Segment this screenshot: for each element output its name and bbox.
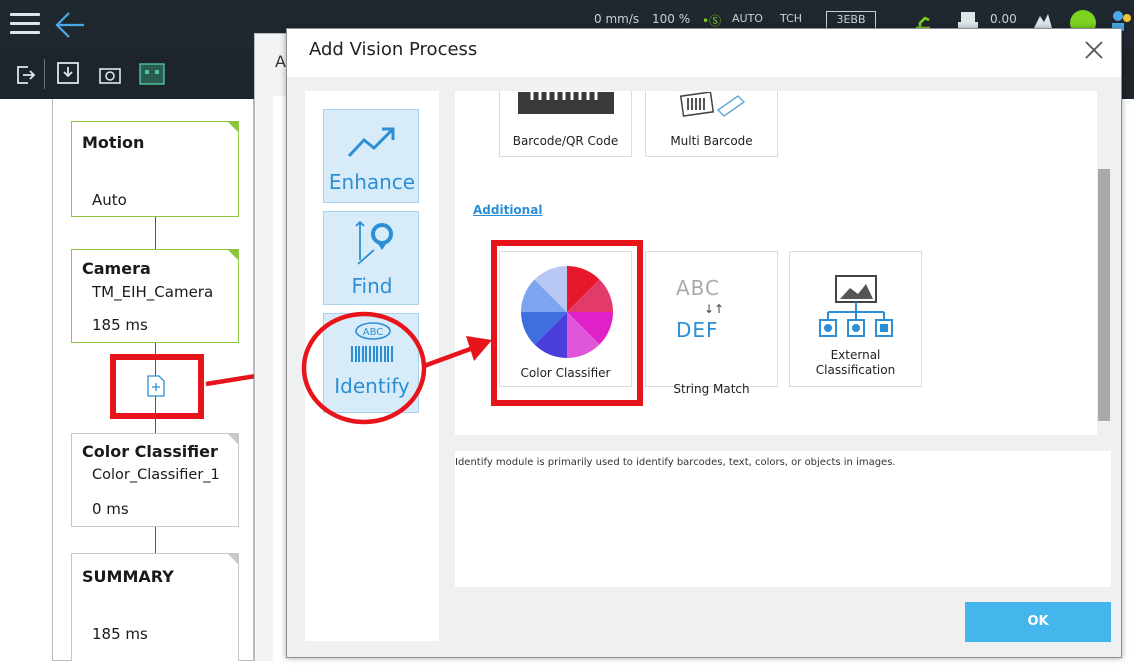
node-sub: Color_Classifier_1 xyxy=(92,467,220,483)
node-sub: TM_EIH_Camera xyxy=(92,283,214,301)
close-icon[interactable] xyxy=(1081,37,1107,63)
flow-connector xyxy=(155,217,156,249)
mode-auto: AUTO xyxy=(732,12,763,25)
image-tree-icon xyxy=(819,275,893,337)
annotation-box xyxy=(110,354,204,419)
tile-string-match[interactable]: ABC ↓↑ DEF String Match xyxy=(645,251,778,396)
node-sub: Auto xyxy=(92,191,127,209)
annotation-circle-arrow xyxy=(301,311,492,425)
node-time: 185 ms xyxy=(92,625,148,643)
description-text: Identify module is primarily used to ide… xyxy=(455,457,896,468)
camera-icon[interactable] xyxy=(98,63,122,87)
annotation-box xyxy=(491,240,643,406)
category-label: Enhance xyxy=(328,170,416,194)
value-readout: 0.00 xyxy=(990,12,1017,26)
category-enhance[interactable]: Enhance xyxy=(323,109,419,203)
flow-node-motion[interactable]: Motion Auto xyxy=(71,121,239,217)
safety-icon: •Ⓢ xyxy=(702,14,722,28)
swap-arrows-icon: ↓↑ xyxy=(704,302,725,316)
section-additional: Additional xyxy=(473,203,543,217)
background-dialog: A xyxy=(254,33,287,666)
flow-node-camera[interactable]: Camera TM_EIH_Camera 185 ms xyxy=(71,249,239,343)
tile-multi-barcode[interactable]: Multi Barcode xyxy=(645,91,778,157)
description-panel: Identify module is primarily used to ide… xyxy=(455,451,1111,587)
pin-icon xyxy=(355,220,393,265)
speed-readout: 0 mm/s xyxy=(594,12,640,26)
def-label: DEF xyxy=(676,318,719,342)
category-find[interactable]: Find xyxy=(323,211,419,305)
tile-label: String Match xyxy=(673,382,750,396)
trend-icon xyxy=(347,127,395,158)
ok-button[interactable]: OK xyxy=(965,602,1111,642)
tcp-label: TCH xyxy=(780,12,803,25)
toolbar-divider xyxy=(44,59,45,89)
tiles-scrollbar[interactable] xyxy=(1097,91,1111,435)
flow-connector xyxy=(155,527,156,553)
tile-external-classification[interactable]: External Classification xyxy=(789,251,922,387)
node-time: 0 ms xyxy=(92,500,129,518)
background-dialog-body xyxy=(273,96,287,666)
flow-node-summary[interactable]: SUMMARY 185 ms xyxy=(71,553,239,661)
tile-label: External Classification xyxy=(815,348,896,377)
multi-barcode-icon xyxy=(679,92,746,117)
tile-label: Multi Barcode xyxy=(670,134,753,148)
speed-percent: 100 % xyxy=(652,12,691,26)
menu-icon[interactable] xyxy=(10,13,40,35)
barcode-icon xyxy=(518,92,614,114)
node-title: SUMMARY xyxy=(82,567,174,586)
back-arrow-icon[interactable] xyxy=(54,10,86,40)
abc-label: ABC xyxy=(676,276,721,300)
dialog-title: Add Vision Process xyxy=(309,39,478,60)
node-title: Motion xyxy=(82,133,145,152)
node-time: 185 ms xyxy=(92,316,148,334)
exit-icon[interactable] xyxy=(14,63,36,87)
node-title: Color Classifier xyxy=(82,442,218,461)
background-dialog-title: A xyxy=(275,52,286,71)
screen: 0 mm/s 100 % •Ⓢ AUTO TCH 3EBB 0.00 Motio… xyxy=(0,0,1134,669)
scrollbar-thumb[interactable] xyxy=(1098,169,1110,421)
node-title: Camera xyxy=(82,259,151,278)
tile-label: Barcode/QR Code xyxy=(512,134,619,148)
flow-node-color-classifier[interactable]: Color Classifier Color_Classifier_1 0 ms xyxy=(71,433,239,527)
mode-box: 3EBB xyxy=(826,11,876,29)
tile-barcode-qr[interactable]: Barcode/QR Code xyxy=(499,91,632,157)
save-flow-icon[interactable] xyxy=(56,61,80,85)
category-label: Find xyxy=(351,274,393,298)
vision-settings-icon[interactable] xyxy=(138,62,166,86)
